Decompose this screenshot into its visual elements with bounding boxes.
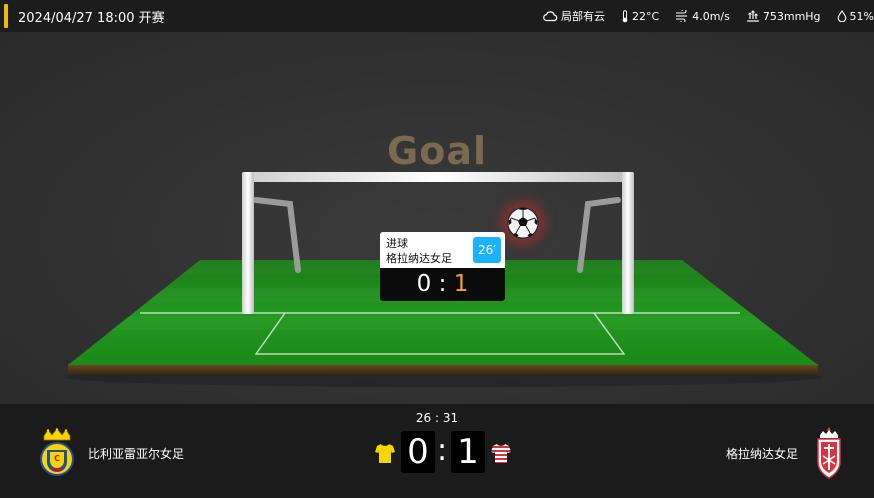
- top-bar: 2024/04/27 18:00 开赛 局部有云 22°C 4.0m/s 753…: [0, 0, 874, 32]
- goal-back-support-left: [253, 197, 301, 273]
- humidity-text: 51%: [849, 9, 874, 23]
- svg-text:C: C: [54, 454, 60, 463]
- goal-back-support-right: [577, 197, 621, 273]
- wind-text: 4.0m/s: [692, 9, 730, 23]
- away-team-logo: [814, 426, 844, 480]
- score-separator: :: [436, 433, 448, 468]
- temperature-text: 22°C: [632, 9, 660, 23]
- event-score-separator: :: [438, 271, 447, 297]
- event-card-header: 进球 格拉纳达女足 26′: [380, 232, 505, 268]
- match-live-widget: 2024/04/27 18:00 开赛 局部有云 22°C 4.0m/s 753…: [0, 0, 874, 498]
- event-score-away: 1: [453, 271, 469, 297]
- pressure-icon: [746, 10, 759, 22]
- weather-wind: 4.0m/s: [675, 10, 730, 23]
- home-score: 0: [401, 431, 435, 473]
- match-clock: 26 : 31: [415, 411, 459, 425]
- weather-condition-text: 局部有云: [561, 10, 606, 23]
- event-team: 格拉纳达女足: [386, 252, 452, 265]
- weather-humidity: 51%: [837, 10, 874, 23]
- scoreboard: C 比利亚雷亚尔女足 26 : 31 0 : 1 格拉纳达女足: [0, 404, 874, 498]
- goal-left-post: [242, 172, 254, 314]
- away-jersey-icon: [490, 442, 512, 464]
- weather-pressure: 753mmHg: [746, 10, 821, 23]
- goal-crossbar: [242, 172, 634, 182]
- event-minute-badge: 26′: [473, 237, 501, 263]
- event-score-home: 0: [416, 271, 432, 297]
- event-score: 0 : 1: [380, 268, 505, 301]
- weather-info: 局部有云 22°C 4.0m/s 753mmHg 51%: [526, 0, 874, 32]
- pitch-scene: [63, 172, 823, 387]
- goal-right-post: [622, 172, 634, 314]
- pressure-text: 753mmHg: [762, 9, 821, 23]
- weather-condition: 局部有云: [542, 8, 605, 24]
- match-start-time: 2024/04/27 18:00 开赛: [18, 10, 165, 26]
- away-score: 1: [451, 431, 485, 473]
- goal-headline: Goal: [387, 129, 487, 173]
- pitch-animation: Goal 进球 格拉纳达女足 26′ 0 : 1: [0, 32, 874, 404]
- home-jersey-icon: [374, 442, 396, 464]
- event-type: 进球: [386, 237, 408, 250]
- humidity-icon: [837, 10, 846, 22]
- football-icon: [507, 207, 539, 239]
- pitch-soil: [68, 364, 818, 374]
- home-team-name: 比利亚雷亚尔女足: [88, 447, 185, 461]
- home-team-logo: C: [36, 428, 78, 478]
- accent-bar: [4, 4, 8, 28]
- away-team-name: 格拉纳达女足: [725, 447, 798, 461]
- cloud-icon: [543, 11, 558, 22]
- wind-icon: [676, 10, 688, 22]
- goal-event-card: 进球 格拉纳达女足 26′ 0 : 1: [380, 232, 505, 302]
- thermometer-icon: [622, 9, 628, 22]
- weather-temperature: 22°C: [621, 10, 659, 23]
